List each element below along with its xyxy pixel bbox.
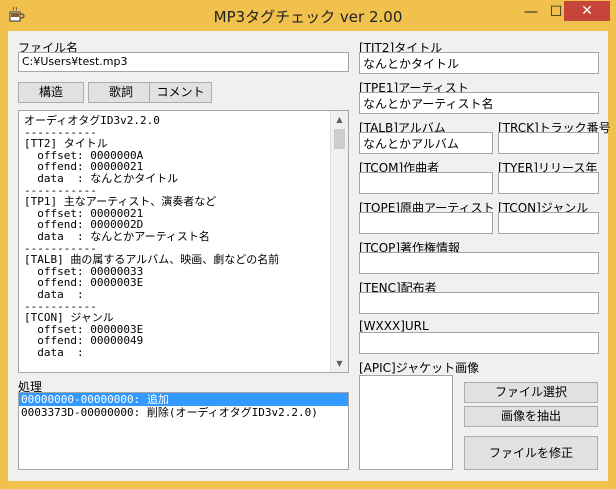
tpe1-field[interactable]: なんとかアーティスト名 [359, 92, 599, 114]
process-list[interactable]: 00000000-00000000: 追加 0003373D-00000000:… [18, 392, 349, 470]
tab-comment[interactable]: コメント [149, 82, 212, 103]
scroll-up-icon[interactable]: ▲ [331, 111, 348, 128]
wxxx-field[interactable] [359, 332, 599, 354]
wxxx-label: [WXXX]URL [359, 319, 429, 333]
tyer-field[interactable] [498, 172, 599, 194]
talb-field[interactable]: なんとかアルバム [359, 132, 493, 154]
tcom-field[interactable] [359, 172, 493, 194]
tab-lyrics[interactable]: 歌詞 [88, 82, 154, 103]
tit2-field[interactable]: なんとかタイトル [359, 52, 599, 74]
scroll-down-icon[interactable]: ▼ [331, 355, 348, 372]
tope-field[interactable] [359, 212, 493, 234]
title-bar[interactable]: MP3タグチェック ver 2.00 — ☐ ✕ [0, 0, 616, 32]
apic-label: [APIC]ジャケット画像 [359, 361, 480, 375]
scroll-thumb[interactable] [334, 129, 345, 149]
structure-text: オーディオタグID3v2.2.0 ----------- [TT2] タイトル … [24, 114, 280, 359]
tab-structure[interactable]: 構造 [18, 82, 84, 103]
tenc-field[interactable] [359, 292, 599, 314]
select-file-button[interactable]: ファイル選択 [464, 382, 598, 403]
process-list-item[interactable]: 00000000-00000000: 追加 [19, 393, 348, 406]
client-area: ファイル名 C:¥Users¥test.mp3 構造 歌詞 コメント オーディオ… [8, 31, 611, 481]
fix-file-button[interactable]: ファイルを修正 [464, 436, 598, 470]
structure-scrollbar[interactable]: ▲ ▼ [330, 111, 348, 372]
app-window: MP3タグチェック ver 2.00 — ☐ ✕ ファイル名 C:¥Users¥… [0, 0, 616, 489]
jacket-image-box[interactable] [359, 375, 453, 470]
tcon-field[interactable] [498, 212, 599, 234]
process-list-item[interactable]: 0003373D-00000000: 削除(オーディオタグID3v2.2.0) [19, 406, 348, 419]
close-icon[interactable]: ✕ [564, 1, 610, 21]
extract-image-button[interactable]: 画像を抽出 [464, 406, 598, 427]
tcop-field[interactable] [359, 252, 599, 274]
trck-field[interactable] [498, 132, 599, 154]
file-path-field[interactable]: C:¥Users¥test.mp3 [18, 52, 349, 72]
structure-view[interactable]: オーディオタグID3v2.2.0 ----------- [TT2] タイトル … [18, 110, 349, 373]
minimize-icon[interactable]: — [517, 1, 545, 23]
